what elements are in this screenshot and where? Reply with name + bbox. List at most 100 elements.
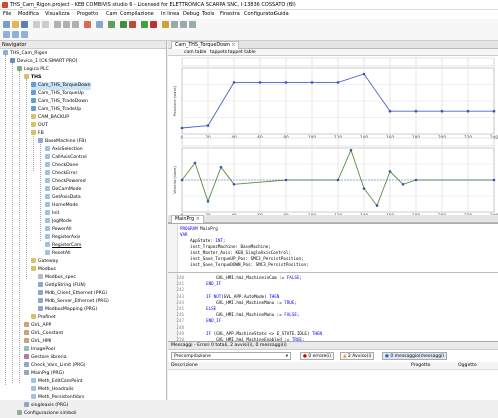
tree-item-project[interactable]: THS_Cam_Rigon xyxy=(3,50,47,58)
method-icon xyxy=(45,250,50,255)
tree-item-cam-tradeup[interactable]: Cam_THS_TradeUp xyxy=(31,106,81,114)
tree-item-mdb-client[interactable]: Mdb_Client_Ethernet (PRG) xyxy=(38,290,107,298)
tree-item-device[interactable]: Device_1 [CK:SMART PRO] xyxy=(10,58,77,66)
tree-item-method[interactable]: JogMode xyxy=(45,218,72,226)
tree-item-modbus-spec[interactable]: Modbus_spec xyxy=(38,274,76,282)
grid-icon[interactable] xyxy=(21,31,28,38)
tree-item-getipstring[interactable]: GetIpString (FUN) xyxy=(38,282,86,290)
save-icon[interactable] xyxy=(21,21,28,28)
tab-cam-torquedown[interactable]: Cam_THS_TorqueDown × xyxy=(171,41,240,49)
subtab-tappets[interactable]: tappets xyxy=(210,50,227,55)
tree-item-fb[interactable]: FB xyxy=(31,130,44,138)
menu-visualizza[interactable]: Visualizza xyxy=(45,11,70,17)
run-icon[interactable] xyxy=(141,21,148,28)
messages-filter-button[interactable]: ● 0 messaggio(messaggi) xyxy=(382,352,448,360)
cam-chart-area[interactable]: 0 20 40 60 80 100 120 140 160 180 200 220 240Posizio… xyxy=(168,56,498,215)
tree-item-method[interactable]: Meth_PersistentVars xyxy=(31,394,84,402)
tree-item-ths[interactable]: THS xyxy=(24,74,41,82)
tab-mainprg[interactable]: MainPrg × xyxy=(171,215,204,223)
tree-item-method[interactable]: CheckDone xyxy=(45,162,78,170)
folder-icon xyxy=(31,258,36,263)
step-over-icon[interactable] xyxy=(171,21,178,28)
tree-item-symbol-config[interactable]: Configurazione simboli xyxy=(17,410,76,418)
tree-item-modbus[interactable]: Modbus xyxy=(31,266,56,274)
tree-item-plc-logic[interactable]: Logica PLC xyxy=(17,66,49,74)
tree-item-gateway[interactable]: Gateway xyxy=(31,258,58,266)
tree-item-gvl-hmi[interactable]: GVL_HMI xyxy=(24,338,51,346)
column-project[interactable]: Progetto xyxy=(411,362,430,370)
tree-item-singleaxis[interactable]: singleaxis (PRG) xyxy=(24,402,68,410)
tree-item-modbusmapping[interactable]: ModbusMapping (PRG) xyxy=(38,306,97,314)
tree-item-method[interactable]: DoCamMode xyxy=(45,186,81,194)
code-splitter[interactable] xyxy=(168,272,498,273)
column-object[interactable]: Oggetto xyxy=(458,362,477,370)
tree-item-method[interactable]: CheckError xyxy=(45,170,77,178)
tree-item-mdb-server[interactable]: Mdb_Server_Ethernet (PRG) xyxy=(38,298,109,306)
menu-debug[interactable]: Debug xyxy=(183,11,199,17)
cut-icon[interactable] xyxy=(54,21,61,28)
undo-icon[interactable] xyxy=(33,21,40,28)
menu-configurator[interactable]: Configurator xyxy=(244,11,275,17)
tree-item-method[interactable]: PowerAll xyxy=(45,226,72,234)
menu-progetto[interactable]: Progetto xyxy=(77,11,98,17)
breakpoint-icon[interactable] xyxy=(162,21,169,28)
tree-item-method[interactable]: Init xyxy=(45,210,59,218)
open-icon[interactable] xyxy=(12,21,19,28)
delete-icon[interactable] xyxy=(84,21,91,28)
tree-item-method[interactable]: AxisSelection xyxy=(45,146,83,154)
menu-file[interactable]: File xyxy=(3,11,11,17)
step-into-icon[interactable] xyxy=(180,21,187,28)
menu-modifica[interactable]: Modifica xyxy=(18,11,39,17)
tree-item-mainprg[interactable]: MainPrg (PRG) xyxy=(24,370,64,378)
logout-icon[interactable] xyxy=(129,21,136,28)
subtab-cam-table[interactable]: cam table xyxy=(184,50,206,55)
code-editor[interactable]: PROGRAM MainPrg VAR AppState: INT; inst_T… xyxy=(168,223,498,361)
copy-icon[interactable] xyxy=(63,21,70,28)
zoom-icon[interactable] xyxy=(12,31,19,38)
step-out-icon[interactable] xyxy=(189,21,196,28)
cam-tool-icon[interactable] xyxy=(3,31,10,38)
menu-in-linea[interactable]: In linea xyxy=(161,11,179,17)
subtab-tappet-table[interactable]: tappet table xyxy=(228,50,256,55)
tree-item-cam-tradedown[interactable]: Cam_THS_TradeDown xyxy=(31,98,88,106)
y-axis-label: Velocita (slave) xyxy=(173,166,177,194)
redo-icon[interactable] xyxy=(42,21,49,28)
tree-item-method[interactable]: CallAxisControl xyxy=(45,154,87,162)
tree-item-method[interactable]: Meth_Headrails xyxy=(31,386,73,394)
tree-item-method[interactable]: RegisterCam xyxy=(45,242,81,250)
build-icon[interactable] xyxy=(108,21,115,28)
tree-item-check-vars[interactable]: Check_Vars_Limit (PRG) xyxy=(24,362,86,370)
tree-item-method[interactable]: GetAxisData xyxy=(45,194,81,202)
tree-item-gvl-app[interactable]: GVL_APP xyxy=(24,322,51,330)
tree-item-basemachine[interactable]: BaseMachine (FB) xyxy=(38,138,86,146)
tree-item-profinet[interactable]: Profinet xyxy=(31,314,56,322)
paste-icon[interactable] xyxy=(72,21,79,28)
tree-item-cam-torqueup[interactable]: Cam_THS_TorqueUp xyxy=(31,90,84,98)
tree-item-imagepool[interactable]: ImagePool xyxy=(24,346,55,354)
tree-item-gvl-constant[interactable]: GVL_Constant xyxy=(24,330,63,338)
tree-item-cam-backup[interactable]: CAM_BACKUP xyxy=(31,114,69,122)
tree-item-method[interactable]: Meth_EditCamPoint xyxy=(31,378,83,386)
menu-guida[interactable]: Guida xyxy=(274,11,289,17)
close-icon[interactable]: × xyxy=(196,217,200,222)
login-icon[interactable] xyxy=(120,21,127,28)
tree-item-library-manager[interactable]: Gestore libreria xyxy=(24,354,67,362)
menu-finestra[interactable]: Finestra xyxy=(220,11,240,17)
tree-item-method[interactable]: RegisterAxis xyxy=(45,234,80,242)
close-icon[interactable]: × xyxy=(231,43,235,48)
tree-item-out[interactable]: OUT xyxy=(31,122,48,130)
find-icon[interactable] xyxy=(96,21,103,28)
tree-item-method[interactable]: ResetAll xyxy=(45,250,71,258)
message-filter-select[interactable]: Precompilazione ▾ xyxy=(171,352,291,360)
column-description[interactable]: Descrizione xyxy=(171,362,198,370)
menu-cam[interactable]: Cam xyxy=(106,11,117,17)
menu-compilazione[interactable]: Compilazione xyxy=(120,11,154,17)
warnings-filter-button[interactable]: ▲ 2 Avviso(i) xyxy=(340,352,375,360)
tree-item-method[interactable]: CheckPowered xyxy=(45,178,86,186)
menu-tools[interactable]: Tools xyxy=(202,11,214,17)
tree-item-cam-torquedown[interactable]: Cam_THS_TorqueDown xyxy=(31,82,91,90)
tree-item-method[interactable]: HomeMode xyxy=(45,202,78,210)
stop-icon[interactable] xyxy=(150,21,157,28)
errors-filter-button[interactable]: ● 0 errore(i) xyxy=(300,352,334,360)
new-icon[interactable] xyxy=(3,21,10,28)
